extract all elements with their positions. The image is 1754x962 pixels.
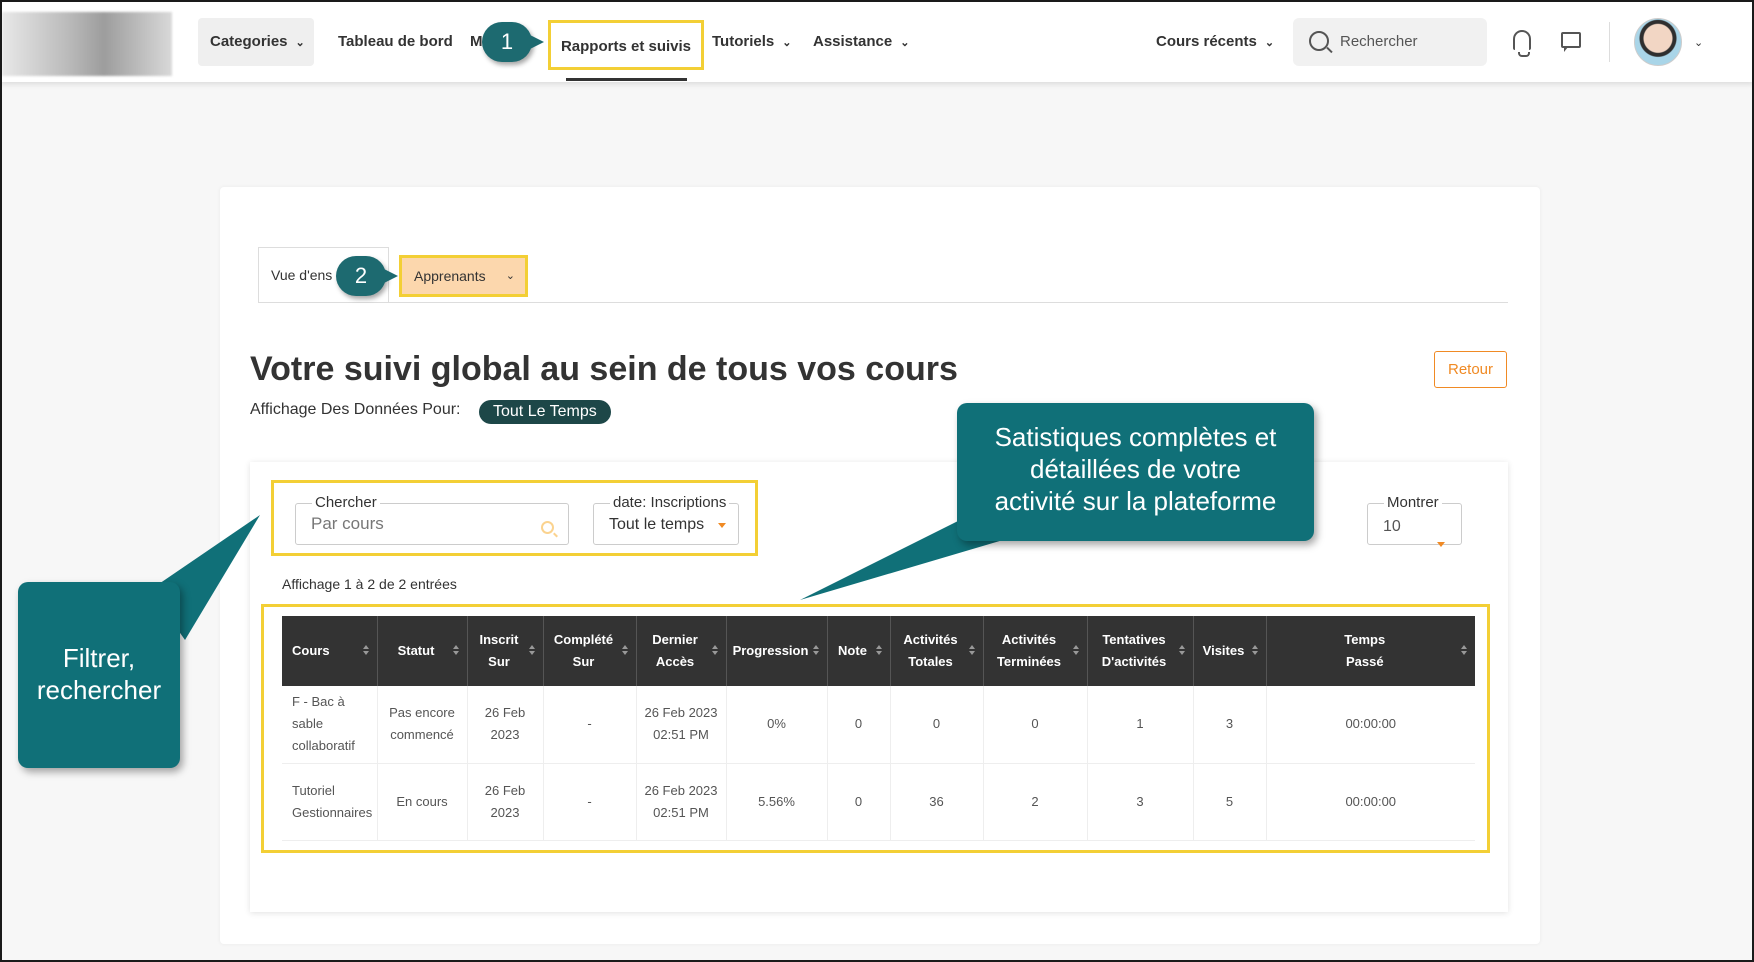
callout-pointers <box>150 515 1020 640</box>
stats-bubble-line: Satistiques complètes et <box>994 422 1277 452</box>
filter-bubble-line: Filtrer, <box>62 643 136 673</box>
filter-bubble-line: rechercher <box>36 675 162 705</box>
stats-bubble-line: détaillées de votre <box>1029 454 1242 484</box>
stats-annotation-bubble: Satistiques complètes et détaillées de v… <box>957 403 1314 541</box>
stats-bubble-line: activité sur la plateforme <box>994 486 1277 516</box>
filter-annotation-bubble: Filtrer, rechercher <box>18 582 180 768</box>
step-1-callout: 1 <box>482 22 544 62</box>
step-2-callout: 2 <box>336 256 398 296</box>
